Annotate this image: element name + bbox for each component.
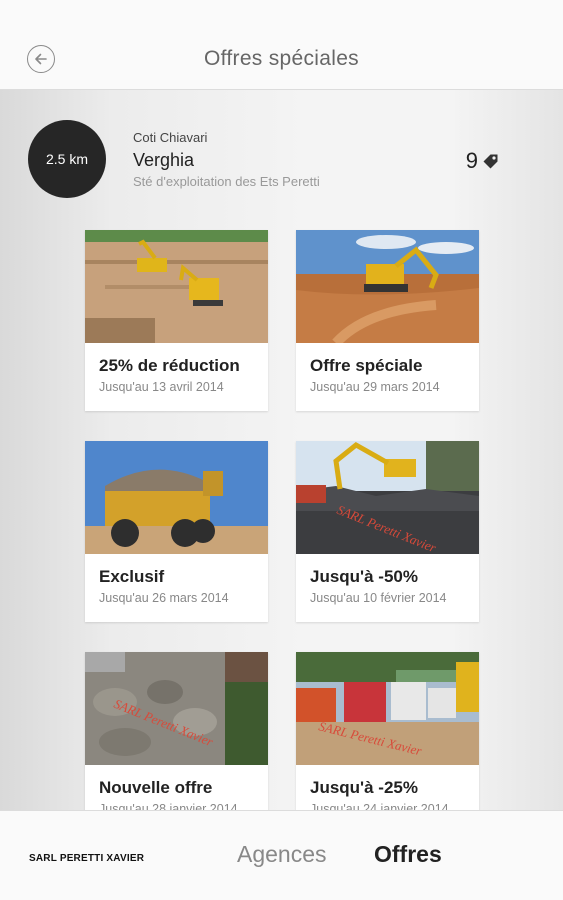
offer-date: Jusqu'au 24 janvier 2014 xyxy=(310,802,449,810)
offer-date: Jusqu'au 28 janvier 2014 xyxy=(99,802,238,810)
offers-content[interactable]: 2.5 km Coti Chiavari Verghia Sté d'explo… xyxy=(0,90,563,810)
offer-photo xyxy=(85,230,268,343)
app-header: Offres spéciales xyxy=(0,0,563,90)
offer-card[interactable]: SARL Peretti Xavier Jusqu'à -50% Jusqu'a… xyxy=(296,441,479,622)
offer-title: Exclusif xyxy=(99,567,165,586)
offer-date: Jusqu'au 13 avril 2014 xyxy=(99,380,224,394)
brand-logo: SARL PERETTI XAVIER xyxy=(29,853,145,864)
store-info[interactable]: 2.5 km Coti Chiavari Verghia Sté d'explo… xyxy=(0,90,563,215)
offer-title: Offre spéciale xyxy=(310,356,423,375)
store-name: Verghia xyxy=(133,150,195,170)
offer-date: Jusqu'au 29 mars 2014 xyxy=(310,380,440,394)
tag-icon xyxy=(483,154,498,168)
offer-card[interactable]: Exclusif Jusqu'au 26 mars 2014 xyxy=(85,441,268,622)
offer-title: Nouvelle offre xyxy=(99,778,213,797)
distance-badge: 2.5 km xyxy=(28,120,106,198)
offer-card[interactable]: SARL Peretti Xavier Nouvelle offre Jusqu… xyxy=(85,652,268,810)
offer-date: Jusqu'au 26 mars 2014 xyxy=(99,591,229,605)
offer-photo: SARL Peretti Xavier xyxy=(85,652,268,765)
offer-photo xyxy=(85,441,268,554)
offer-title: Jusqu'à -50% xyxy=(310,567,418,586)
offer-title: 25% de réduction xyxy=(99,356,240,375)
offer-title: Jusqu'à -25% xyxy=(310,778,418,797)
offers-count: 9 xyxy=(466,148,499,174)
page-title: Offres spéciales xyxy=(204,47,359,70)
offer-card[interactable]: SARL Peretti Xavier Jusqu'à -25% Jusqu'a… xyxy=(296,652,479,810)
bottom-bar: SARL PERETTI XAVIER Agences Offres xyxy=(0,810,563,900)
store-company: Sté d'exploitation des Ets Peretti xyxy=(133,174,320,189)
tab-agences[interactable]: Agences xyxy=(237,841,327,868)
offer-photo: SARL Peretti Xavier xyxy=(296,441,479,554)
offer-date: Jusqu'au 10 février 2014 xyxy=(310,591,447,605)
offer-card[interactable]: Offre spéciale Jusqu'au 29 mars 2014 xyxy=(296,230,479,411)
offer-photo: SARL Peretti Xavier xyxy=(296,652,479,765)
tab-offres[interactable]: Offres xyxy=(374,841,442,868)
offers-count-value: 9 xyxy=(465,148,478,173)
offer-card[interactable]: 25% de réduction Jusqu'au 13 avril 2014 xyxy=(85,230,268,411)
store-region: Coti Chiavari xyxy=(133,130,208,145)
offer-photo xyxy=(296,230,479,343)
